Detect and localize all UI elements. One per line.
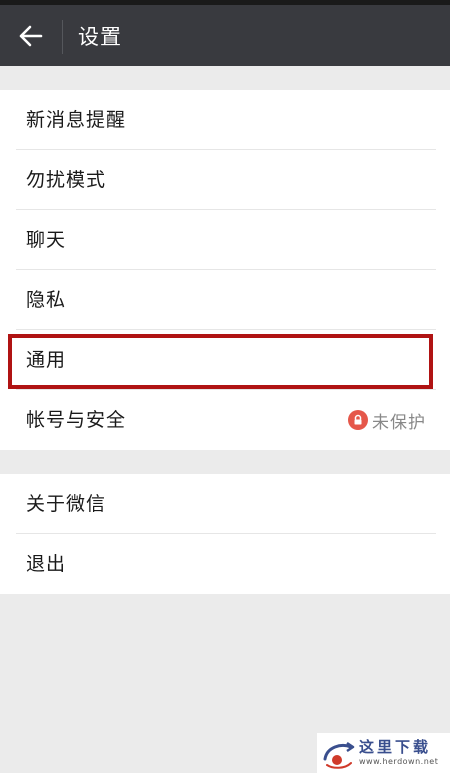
menu-item-new-message-alert[interactable]: 新消息提醒 — [0, 90, 450, 150]
menu-item-label: 聊天 — [26, 229, 67, 251]
lock-icon — [348, 410, 368, 430]
page-title: 设置 — [78, 25, 122, 49]
menu-item-label: 关于微信 — [26, 493, 107, 515]
menu-item-label: 退出 — [26, 553, 67, 575]
top-bar: 设置 — [0, 0, 450, 66]
watermark-logo-icon — [323, 741, 355, 769]
menu-item-general[interactable]: 通用 — [0, 330, 450, 390]
menu-item-label: 帐号与安全 — [26, 409, 127, 431]
arrow-left-icon — [19, 25, 43, 47]
menu-item-account-security[interactable]: 帐号与安全 未保护 — [0, 390, 450, 450]
watermark-name: 这里下载 — [359, 738, 432, 756]
header-divider — [62, 20, 63, 54]
security-status-text: 未保护 — [372, 412, 426, 433]
watermark-url: www.herdown.net — [359, 757, 439, 766]
settings-group-secondary: 关于微信 退出 — [0, 474, 450, 594]
menu-item-label: 通用 — [26, 349, 67, 371]
menu-item-chat[interactable]: 聊天 — [0, 210, 450, 270]
security-status: 未保护 — [348, 390, 426, 450]
settings-group-main: 新消息提醒 勿扰模式 聊天 隐私 通用 帐号与安全 未保护 — [0, 90, 450, 450]
menu-item-about-wechat[interactable]: 关于微信 — [0, 474, 450, 534]
menu-item-label: 隐私 — [26, 289, 67, 311]
watermark-text: 这里下载 www.herdown.net — [359, 738, 438, 768]
menu-item-do-not-disturb[interactable]: 勿扰模式 — [0, 150, 450, 210]
menu-item-label: 勿扰模式 — [26, 169, 107, 191]
watermark: 这里下载 www.herdown.net — [317, 733, 450, 773]
menu-item-logout[interactable]: 退出 — [0, 534, 450, 594]
menu-item-privacy[interactable]: 隐私 — [0, 270, 450, 330]
back-button[interactable] — [8, 13, 54, 59]
menu-item-label: 新消息提醒 — [26, 109, 127, 131]
